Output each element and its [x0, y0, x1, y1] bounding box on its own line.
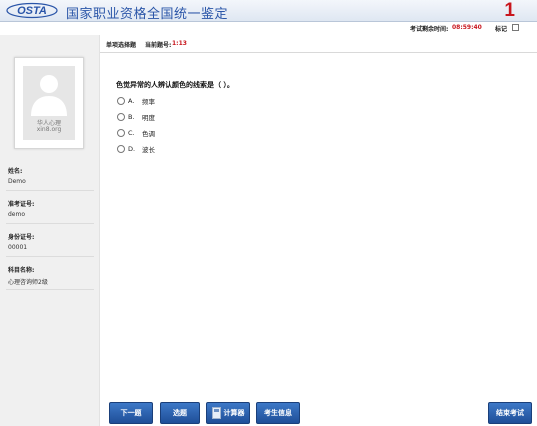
option-letter: C.	[128, 128, 135, 137]
divider	[6, 190, 94, 191]
id-number-label: 身份证号:	[8, 234, 35, 241]
question-type: 单项选择题	[106, 42, 137, 49]
select-question-button[interactable]: 选题	[160, 402, 200, 424]
timer-value: 08:59:40	[452, 24, 482, 31]
option-text: 波长	[142, 145, 155, 154]
id-number-value: 00001	[8, 244, 28, 251]
mark-checkbox[interactable]	[512, 24, 519, 31]
option-text: 色调	[142, 129, 155, 138]
option-c[interactable]: C. 色调	[117, 127, 155, 138]
name-label: 姓名:	[8, 168, 23, 175]
option-radio[interactable]	[117, 96, 125, 105]
candidate-info-button[interactable]: 考生信息	[256, 402, 300, 424]
option-a[interactable]: A. 频率	[117, 95, 155, 106]
question-number-indicator: 1	[504, 0, 515, 21]
calculator-button[interactable]: 计算器	[206, 402, 250, 424]
finish-exam-button[interactable]: 结束考试	[488, 402, 532, 424]
option-text: 明度	[142, 113, 155, 122]
mark-label: 标记	[495, 26, 508, 33]
calculator-icon	[211, 407, 221, 419]
next-question-button[interactable]: 下一题	[109, 402, 153, 424]
calculator-label: 计算器	[223, 409, 245, 417]
option-text: 频率	[142, 97, 155, 106]
osta-logo: OSTA	[6, 2, 58, 19]
divider	[6, 289, 94, 290]
timer-label: 考试剩余时间:	[410, 26, 449, 33]
avatar: 华人心理 xin8.org	[23, 66, 75, 140]
question-text: 色觉异常的人辨认颜色的线索是（ ）。	[116, 81, 234, 89]
option-b[interactable]: B. 明度	[117, 111, 155, 122]
name-value: Demo	[8, 178, 26, 185]
option-d[interactable]: D. 波长	[117, 143, 155, 154]
bottom-toolbar: 下一题 选题 计算器 考生信息 结束考试	[100, 400, 537, 426]
timer-bar: 考试剩余时间: 08:59:40 标记	[0, 22, 537, 35]
user-silhouette-icon	[31, 75, 67, 116]
option-radio[interactable]	[117, 128, 125, 137]
divider	[6, 223, 94, 224]
candidate-sidebar: 华人心理 xin8.org 姓名: Demo 准考证号: demo 身份证号: …	[0, 35, 100, 426]
option-radio[interactable]	[117, 144, 125, 153]
option-letter: A.	[128, 96, 135, 105]
current-question-value: 1:13	[172, 40, 187, 47]
divider	[6, 256, 94, 257]
option-letter: B.	[128, 112, 135, 121]
page-title: 国家职业资格全国统一鉴定	[66, 7, 229, 22]
exam-id-label: 准考证号:	[8, 201, 35, 208]
question-header: 单项选择题 当前题号: 1:13	[100, 35, 537, 53]
current-question-label: 当前题号:	[145, 42, 172, 49]
subject-label: 科目名称:	[8, 267, 35, 274]
option-radio[interactable]	[117, 112, 125, 121]
photo-watermark: xin8.org	[36, 126, 62, 133]
option-letter: D.	[128, 144, 136, 153]
app-header: OSTA 国家职业资格全国统一鉴定 1	[0, 0, 537, 22]
subject-value: 心理咨询师2级	[8, 279, 48, 286]
svg-text:OSTA: OSTA	[17, 5, 47, 17]
exam-id-value: demo	[8, 211, 26, 218]
candidate-photo-frame: 华人心理 xin8.org	[14, 57, 84, 149]
